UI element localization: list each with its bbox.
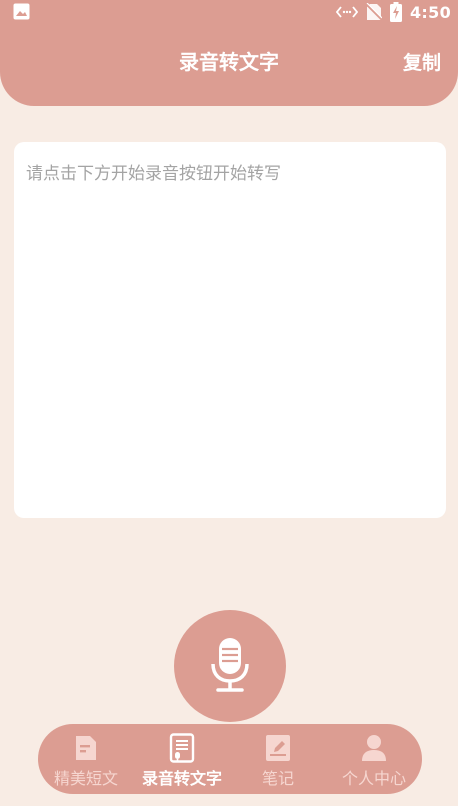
page-title: 录音转文字 xyxy=(179,50,279,74)
nav-item-notes[interactable]: 笔记 xyxy=(230,724,326,794)
code-icon xyxy=(336,6,358,18)
nav-item-voice-to-text[interactable]: 录音转文字 xyxy=(134,724,230,794)
status-bar: 4:50 xyxy=(0,0,458,24)
microphone-icon xyxy=(211,638,249,692)
bottom-nav: 精美短文 录音转文字 笔记 个人中心 xyxy=(38,724,422,794)
voice-document-icon xyxy=(169,733,195,763)
record-button[interactable] xyxy=(174,610,286,722)
image-icon xyxy=(13,3,30,20)
status-time: 4:50 xyxy=(410,2,451,22)
transcript-area[interactable]: 请点击下方开始录音按钮开始转写 xyxy=(14,142,446,518)
copy-button[interactable]: 复制 xyxy=(403,48,441,75)
status-icons: 4:50 xyxy=(336,0,451,24)
nav-item-profile[interactable]: 个人中心 xyxy=(326,724,422,794)
nav-item-short-articles[interactable]: 精美短文 xyxy=(38,724,134,794)
transcript-placeholder: 请点击下方开始录音按钮开始转写 xyxy=(26,164,281,184)
notebook-icon xyxy=(266,735,290,761)
no-sim-icon xyxy=(366,3,382,21)
article-icon xyxy=(76,736,96,760)
nav-label-profile: 个人中心 xyxy=(341,769,406,788)
battery-charging-icon xyxy=(390,2,402,22)
header-bar: 4:50 录音转文字 复制 xyxy=(0,0,458,106)
person-icon xyxy=(362,735,386,761)
